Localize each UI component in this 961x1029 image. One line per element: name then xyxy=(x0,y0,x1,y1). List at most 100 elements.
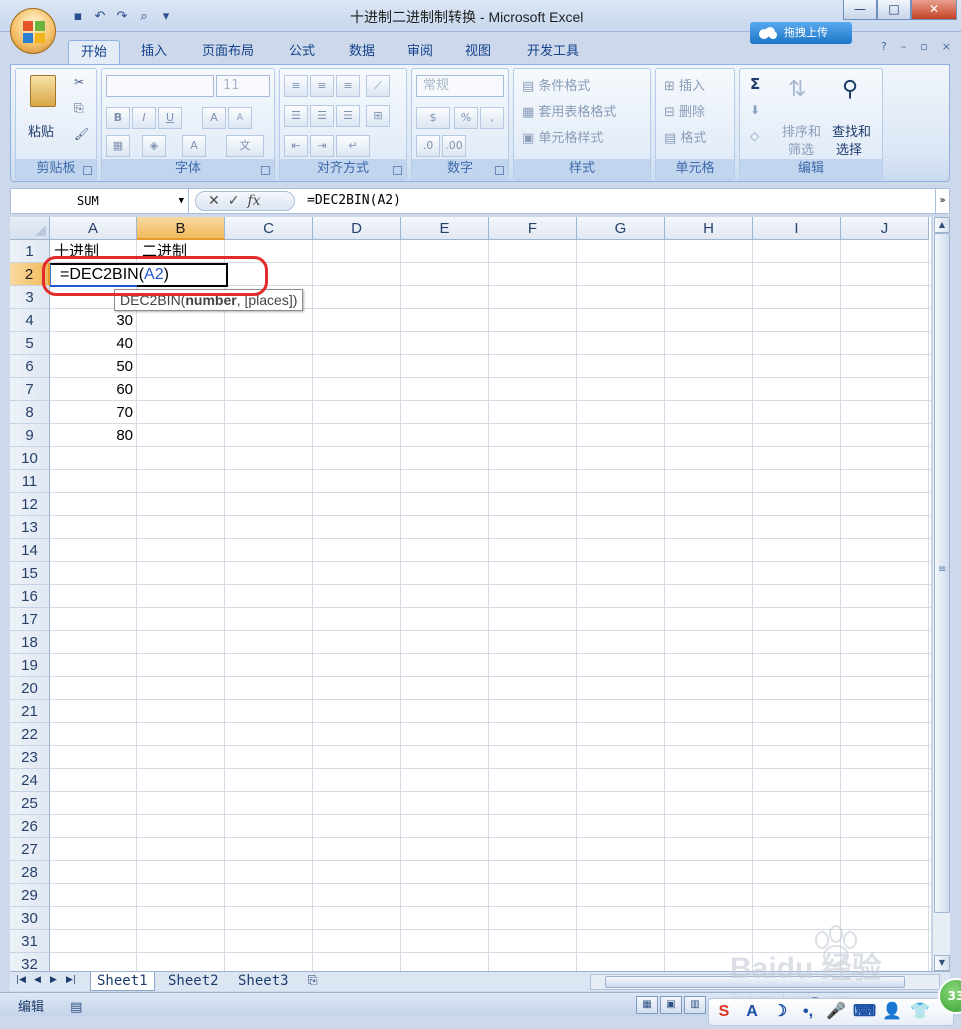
vertical-scrollbar[interactable]: ▲ ▼ xyxy=(932,217,950,971)
microphone-icon[interactable]: 🎤 xyxy=(825,1001,847,1023)
font-name-box[interactable] xyxy=(106,75,214,97)
row-header-26[interactable]: 26 xyxy=(10,815,50,838)
cell-a4[interactable]: 30 xyxy=(50,309,137,332)
increase-indent-icon[interactable]: ⇥ xyxy=(310,135,334,157)
macro-record-icon[interactable]: ▤ xyxy=(70,1000,82,1015)
row-header-5[interactable]: 5 xyxy=(10,332,50,355)
undo-icon[interactable]: ↶ xyxy=(92,9,108,25)
tab-insert[interactable]: 插入 xyxy=(130,40,178,64)
row-header-8[interactable]: 8 xyxy=(10,401,50,424)
scroll-up-icon[interactable]: ▲ xyxy=(934,217,950,233)
column-header-g[interactable]: G xyxy=(577,217,665,240)
row-header-15[interactable]: 15 xyxy=(10,562,50,585)
tab-view[interactable]: 视图 xyxy=(454,40,502,64)
sort-filter-label-2[interactable]: 筛选 xyxy=(788,139,814,158)
row-header-25[interactable]: 25 xyxy=(10,792,50,815)
normal-view-icon[interactable]: ▦ xyxy=(636,996,658,1014)
column-header-d[interactable]: D xyxy=(313,217,401,240)
font-color-icon[interactable]: A xyxy=(182,135,206,157)
conditional-format-button[interactable]: ▤ 条件格式 xyxy=(522,75,590,94)
copy-icon[interactable]: ⎘ xyxy=(74,101,84,116)
keyboard-icon[interactable]: ⌨ xyxy=(853,1001,876,1023)
align-center-icon[interactable]: ☰ xyxy=(310,105,334,127)
print-preview-icon[interactable]: ⌕ xyxy=(136,9,152,25)
first-sheet-icon[interactable]: |◀ xyxy=(16,975,26,985)
cell-styles-button[interactable]: ▣ 单元格样式 xyxy=(522,127,603,146)
paste-label[interactable]: 粘贴 xyxy=(28,121,54,140)
row-header-32[interactable]: 32 xyxy=(10,953,50,971)
office-button[interactable] xyxy=(10,8,56,54)
row-header-9[interactable]: 9 xyxy=(10,424,50,447)
wrap-text-icon[interactable]: ↵ xyxy=(336,135,370,157)
page-layout-view-icon[interactable]: ▣ xyxy=(660,996,682,1014)
row-header-23[interactable]: 23 xyxy=(10,746,50,769)
decrease-decimal-icon[interactable]: .00 xyxy=(442,135,466,157)
number-format-box[interactable]: 常规 xyxy=(416,75,504,97)
tab-formulas[interactable]: 公式 xyxy=(278,40,326,64)
cancel-icon[interactable]: ✕ xyxy=(208,193,220,209)
row-header-19[interactable]: 19 xyxy=(10,654,50,677)
tab-developer[interactable]: 开发工具 xyxy=(514,40,592,64)
column-header-c[interactable]: C xyxy=(225,217,313,240)
insert-function-icon[interactable]: fx xyxy=(247,193,260,209)
align-middle-icon[interactable]: ≡ xyxy=(310,75,334,97)
orientation-icon[interactable]: ⟋ xyxy=(366,75,390,97)
expand-formula-bar-icon[interactable]: » xyxy=(935,189,949,213)
row-header-7[interactable]: 7 xyxy=(10,378,50,401)
sort-filter-icon[interactable]: ⇅ xyxy=(788,77,806,102)
ribbon-close-icon[interactable]: × xyxy=(942,40,951,53)
cell-a7[interactable]: 60 xyxy=(50,378,137,401)
minimize-button[interactable]: — xyxy=(843,0,877,20)
tab-page-layout[interactable]: 页面布局 xyxy=(190,40,266,64)
sheet-tab-2[interactable]: Sheet2 xyxy=(162,972,225,991)
ribbon-restore-icon[interactable]: ▫ xyxy=(920,40,927,53)
cell-a6[interactable]: 50 xyxy=(50,355,137,378)
chevron-down-icon[interactable]: ▼ xyxy=(179,189,184,213)
delete-button[interactable]: ⊟ 删除 xyxy=(664,101,705,120)
cell-a9[interactable]: 80 xyxy=(50,424,137,447)
redo-icon[interactable]: ↷ xyxy=(114,9,130,25)
find-select-label[interactable]: 查找和 xyxy=(832,121,871,140)
autosum-icon[interactable]: Σ xyxy=(750,75,760,93)
comma-icon[interactable]: , xyxy=(480,107,504,129)
user-icon[interactable]: 👤 xyxy=(881,1001,903,1023)
column-header-f[interactable]: F xyxy=(489,217,577,240)
column-header-e[interactable]: E xyxy=(401,217,489,240)
tab-review[interactable]: 审阅 xyxy=(396,40,444,64)
format-painter-icon[interactable]: 🖌 xyxy=(74,127,89,141)
binoculars-icon[interactable]: ⚲ xyxy=(842,77,858,102)
decrease-indent-icon[interactable]: ⇤ xyxy=(284,135,308,157)
align-right-icon[interactable]: ☰ xyxy=(336,105,360,127)
fill-icon[interactable]: ⬇ xyxy=(750,103,760,117)
row-header-22[interactable]: 22 xyxy=(10,723,50,746)
format-button[interactable]: ▤ 格式 xyxy=(664,127,706,146)
currency-icon[interactable]: $ xyxy=(416,107,450,129)
row-header-24[interactable]: 24 xyxy=(10,769,50,792)
last-sheet-icon[interactable]: ▶| xyxy=(66,975,76,985)
insert-sheet-icon[interactable]: ⎘ xyxy=(308,973,318,988)
vertical-scroll-thumb[interactable] xyxy=(934,233,950,913)
clear-icon[interactable]: ◇ xyxy=(750,129,759,143)
row-header-10[interactable]: 10 xyxy=(10,447,50,470)
ime-moon-icon[interactable]: ☽ xyxy=(769,1001,791,1023)
drag-upload-button[interactable]: 拖拽上传 xyxy=(750,22,852,44)
bold-button[interactable]: B xyxy=(106,107,130,129)
insert-button[interactable]: ⊞ 插入 xyxy=(664,75,705,94)
row-header-4[interactable]: 4 xyxy=(10,309,50,332)
phonetic-icon[interactable]: 文 xyxy=(226,135,264,157)
merge-center-icon[interactable]: ⊞ xyxy=(366,105,390,127)
row-header-14[interactable]: 14 xyxy=(10,539,50,562)
next-sheet-icon[interactable]: ▶ xyxy=(50,975,57,985)
fill-color-icon[interactable]: ◈ xyxy=(142,135,166,157)
row-header-29[interactable]: 29 xyxy=(10,884,50,907)
sogou-logo-icon[interactable]: S xyxy=(713,1001,735,1023)
align-bottom-icon[interactable]: ≡ xyxy=(336,75,360,97)
find-select-label-2[interactable]: 选择 xyxy=(836,139,862,158)
grow-font-button[interactable]: A xyxy=(202,107,226,129)
row-header-18[interactable]: 18 xyxy=(10,631,50,654)
clipboard-launcher-icon[interactable] xyxy=(83,166,92,175)
row-header-1[interactable]: 1 xyxy=(10,240,50,263)
cell-a8[interactable]: 70 xyxy=(50,401,137,424)
sort-filter-label[interactable]: 排序和 xyxy=(782,121,821,140)
shirt-icon[interactable]: 👕 xyxy=(909,1001,931,1023)
